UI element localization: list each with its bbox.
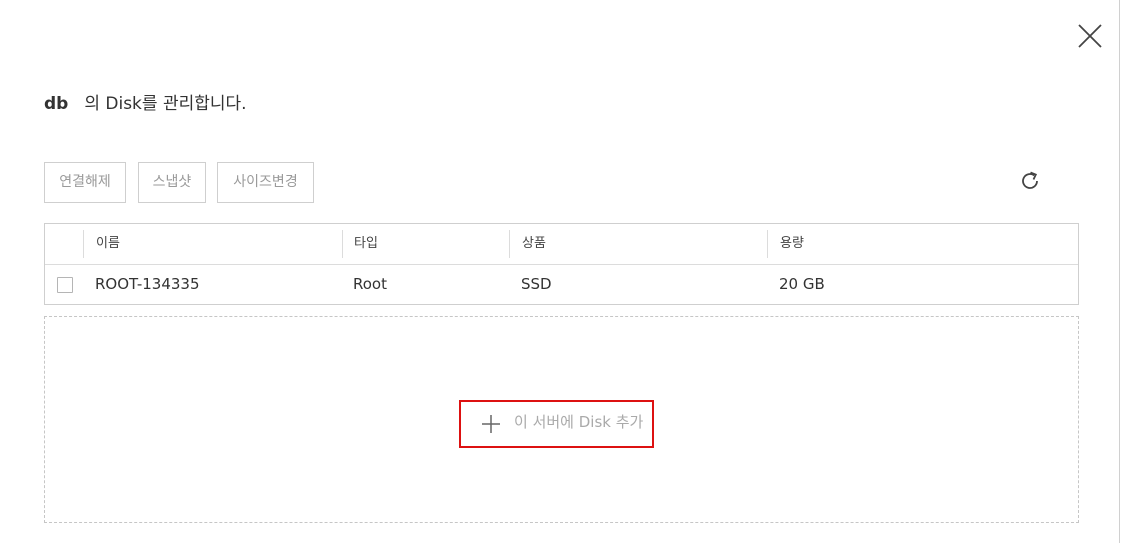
server-name: db [44,94,69,114]
disk-type: Root [353,275,387,293]
close-button[interactable] [1076,22,1104,50]
refresh-icon [1022,171,1038,189]
column-divider [342,230,343,258]
column-divider [509,230,510,258]
column-divider [767,230,768,258]
column-divider [83,230,84,258]
row-checkbox[interactable] [57,277,73,293]
refresh-button[interactable] [1018,169,1042,193]
plus-icon [482,415,500,433]
table-header: 이름 타입 상품 용량 [45,224,1078,265]
column-header-name[interactable]: 이름 [96,224,120,264]
snapshot-button[interactable]: 스냅샷 [138,162,206,203]
disk-name: ROOT-134335 [95,275,200,293]
add-disk-button[interactable]: 이 서버에 Disk 추가 [459,400,654,448]
resize-button[interactable]: 사이즈변경 [217,162,314,203]
column-header-product[interactable]: 상품 [522,224,546,264]
table-row[interactable]: ROOT-134335 Root SSD 20 GB [45,265,1078,304]
dialog-right-edge [1119,0,1120,543]
add-disk-label: 이 서버에 Disk 추가 [514,413,644,431]
column-header-size[interactable]: 용량 [780,224,804,264]
column-header-type[interactable]: 타입 [354,224,378,264]
disk-table: 이름 타입 상품 용량 ROOT-134335 Root SSD 20 GB [44,223,1079,305]
disk-size: 20 GB [779,275,825,293]
disk-product: SSD [521,275,552,293]
detach-button[interactable]: 연결해제 [44,162,126,203]
close-icon [1078,24,1102,48]
title-text: 의 Disk를 관리합니다. [84,94,247,114]
dialog-title: db 의 Disk를 관리합니다. [44,92,247,116]
